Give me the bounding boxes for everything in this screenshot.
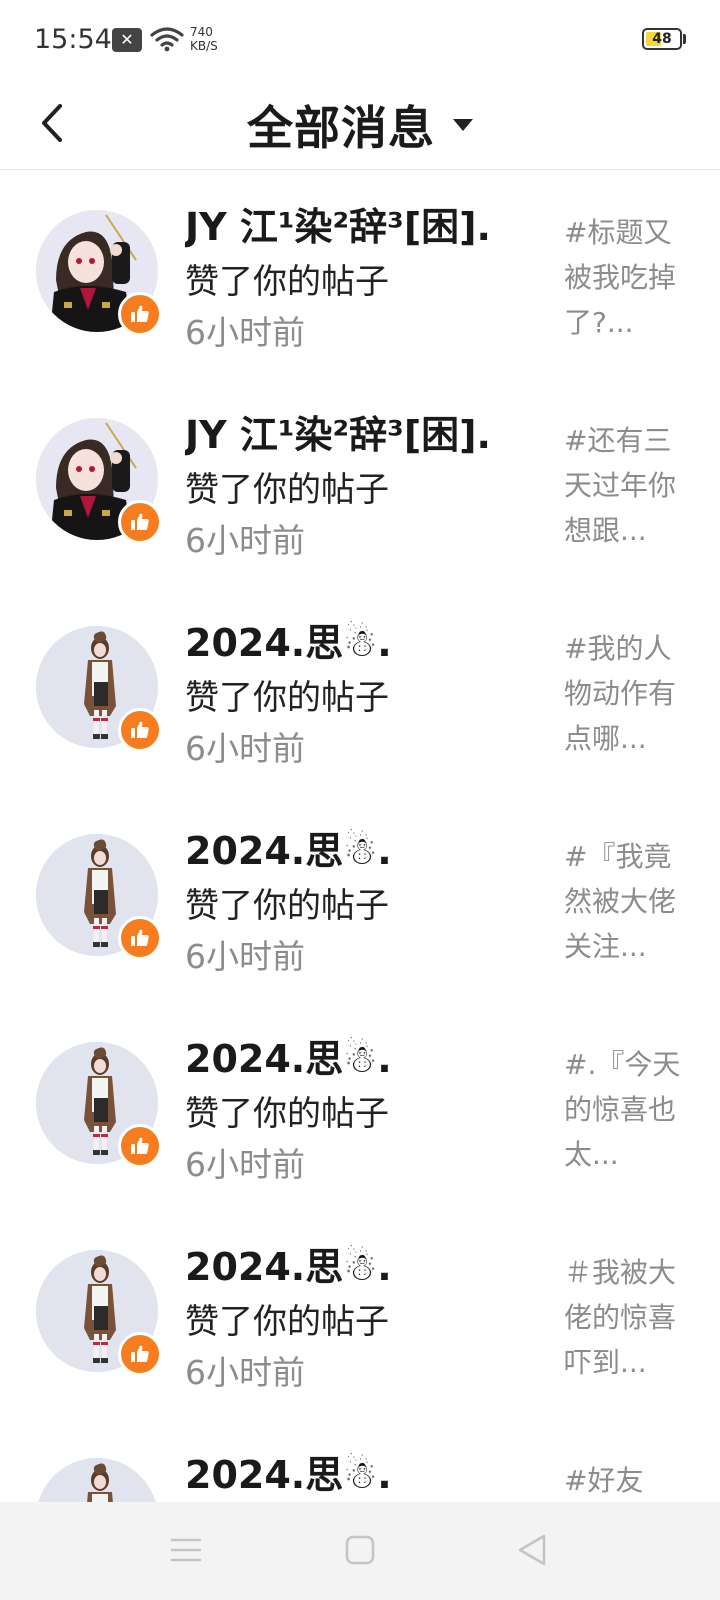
timestamp: 6小时前 <box>185 937 305 976</box>
triangle-back-icon <box>518 1534 546 1566</box>
like-badge <box>118 708 162 752</box>
avatar-container[interactable] <box>36 418 162 544</box>
network-speed-value: 740 <box>190 25 213 39</box>
timestamp: 6小时前 <box>185 521 305 560</box>
list-item[interactable]: 2024.思☃. 赞了你的帖子 6小时前 #我的人物动作有点哪... <box>0 586 720 798</box>
timestamp: 6小时前 <box>185 1353 305 1392</box>
list-item[interactable]: JY 江¹染²辞³[困]. 赞了你的帖子 6小时前 #还有三天过年你想跟... <box>0 378 720 590</box>
message-page: 15:54 ✕ 740 KB/S 48 全部消息 JY 江¹染²辞³[困]. 赞… <box>0 0 720 1600</box>
battery-icon: 48 <box>642 28 682 50</box>
network-speed: 740 KB/S <box>190 25 218 53</box>
status-time: 15:54 <box>34 24 112 55</box>
back-button[interactable] <box>30 98 80 148</box>
thumbs-up-icon <box>131 305 149 322</box>
avatar-container[interactable] <box>36 210 162 336</box>
menu-button[interactable] <box>168 1532 204 1572</box>
list-item[interactable]: 2024.思☃. 赞了你的帖子 6小时前 ＃我被大佬的惊喜吓到... <box>0 1210 720 1422</box>
like-badge <box>118 1124 162 1168</box>
sender-name[interactable]: 2024.思☃. <box>185 612 392 667</box>
avatar-container[interactable] <box>36 1250 162 1376</box>
thumbs-up-icon <box>131 721 149 738</box>
system-nav-bar <box>0 1502 720 1600</box>
title-dropdown[interactable]: 全部消息 <box>0 80 720 170</box>
x-box-icon: ✕ <box>112 28 142 52</box>
action-text: 赞了你的帖子 <box>185 886 389 926</box>
like-badge <box>118 1332 162 1376</box>
timestamp: 6小时前 <box>185 313 305 352</box>
timestamp: 6小时前 <box>185 1145 305 1184</box>
battery-level: 48 <box>652 31 672 47</box>
sender-name[interactable]: JY 江¹染²辞³[困]. <box>185 404 491 459</box>
action-text: 赞了你的帖子 <box>185 1094 389 1134</box>
sender-name[interactable]: 2024.思☃. <box>185 1028 392 1083</box>
network-speed-unit: KB/S <box>190 39 218 53</box>
like-badge <box>118 916 162 960</box>
like-badge <box>118 500 162 544</box>
list-item[interactable]: JY 江¹染²辞³[困]. 赞了你的帖子 6小时前 #标题又被我吃掉了?... <box>0 170 720 382</box>
action-text: 赞了你的帖子 <box>185 1302 389 1342</box>
thumbs-up-icon <box>131 1137 149 1154</box>
menu-lines-icon <box>170 1538 202 1562</box>
like-badge <box>118 292 162 336</box>
list-item[interactable]: 2024.思☃. 赞了你的帖子 6小时前 #.『今天的惊喜也太... <box>0 1002 720 1214</box>
post-preview[interactable]: #『我竟然被大佬关注... <box>564 834 694 969</box>
post-preview[interactable]: #还有三天过年你想跟... <box>564 418 694 553</box>
sender-name[interactable]: 2024.思☃. <box>185 1236 392 1291</box>
sender-name[interactable]: 2024.思☃. <box>185 1444 392 1499</box>
page-title: 全部消息 <box>247 101 435 155</box>
post-preview[interactable]: #我的人物动作有点哪... <box>564 626 694 761</box>
post-preview[interactable]: ＃我被大佬的惊喜吓到... <box>564 1250 694 1385</box>
list-item[interactable]: 2024.思☃. 赞了你的帖子 6小时前 #『我竟然被大佬关注... <box>0 794 720 1006</box>
sender-name[interactable]: 2024.思☃. <box>185 820 392 875</box>
chevron-left-icon <box>42 104 62 142</box>
back-nav-button[interactable] <box>514 1532 550 1572</box>
avatar-container[interactable] <box>36 626 162 752</box>
square-home-icon <box>345 1535 375 1565</box>
caret-down-icon <box>453 119 473 131</box>
post-preview[interactable]: #标题又被我吃掉了?... <box>564 210 694 345</box>
timestamp: 6小时前 <box>185 729 305 768</box>
post-preview[interactable]: #.『今天的惊喜也太... <box>564 1042 694 1177</box>
action-text: 赞了你的帖子 <box>185 262 389 302</box>
thumbs-up-icon <box>131 513 149 530</box>
header: 全部消息 <box>0 80 720 170</box>
wifi-icon <box>150 27 184 52</box>
action-text: 赞了你的帖子 <box>185 678 389 718</box>
home-button[interactable] <box>342 1532 378 1572</box>
avatar-container[interactable] <box>36 1042 162 1168</box>
sender-name[interactable]: JY 江¹染²辞³[困]. <box>185 196 491 251</box>
thumbs-up-icon <box>131 1345 149 1362</box>
battery-tip <box>683 34 686 44</box>
avatar-container[interactable] <box>36 834 162 960</box>
action-text: 赞了你的帖子 <box>185 470 389 510</box>
thumbs-up-icon <box>131 929 149 946</box>
status-bar: 15:54 ✕ 740 KB/S 48 <box>0 0 720 80</box>
